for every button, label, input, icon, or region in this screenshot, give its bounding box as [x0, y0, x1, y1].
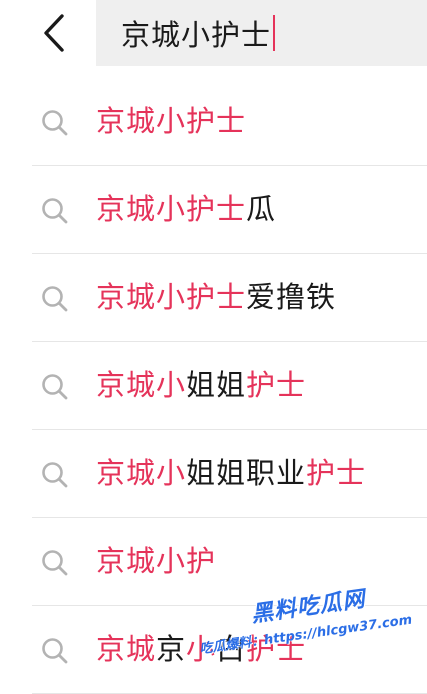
suggestion-item[interactable]: 京城小护士爱撸铁 — [0, 254, 427, 342]
matched-text: 京城小 — [96, 368, 187, 402]
matched-text: 京城小护士 — [96, 192, 247, 226]
matched-text: 护士 — [246, 632, 307, 666]
matched-text: 小 — [186, 632, 217, 666]
search-icon — [40, 460, 70, 490]
search-icon — [40, 372, 70, 402]
suggestion-label: 京城京小白护士 — [96, 627, 306, 671]
search-icon — [40, 636, 70, 666]
search-icon — [40, 108, 70, 138]
matched-text: 京城小护 — [96, 544, 217, 578]
suggestion-label: 京城小护士爱撸铁 — [96, 275, 336, 319]
suggestion-label: 京城小护士 — [96, 99, 246, 143]
suggestion-text: 白 — [216, 632, 247, 666]
matched-text: 护士 — [306, 456, 367, 490]
suggestion-text: 姐姐 — [186, 368, 247, 402]
suggestion-text: 京 — [156, 632, 187, 666]
matched-text: 京城 — [96, 632, 157, 666]
suggestion-list: 京城小护士 京城小护士瓜 京城小护士爱撸铁 京城小姐姐护士 京城小姐姐职业护士 京城小护京… — [0, 78, 427, 694]
search-icon — [40, 548, 70, 578]
suggestion-text: 爱撸铁 — [246, 280, 337, 314]
suggestion-label: 京城小护 — [96, 539, 216, 583]
search-input-value: 京城小护士 — [121, 18, 272, 52]
suggestion-item[interactable]: 京城小姐姐护士 — [0, 342, 427, 430]
search-header: 京城小护士 — [0, 0, 427, 68]
matched-text: 京城小护士 — [96, 104, 247, 138]
matched-text: 护士 — [246, 368, 307, 402]
suggestion-label: 京城小护士瓜 — [96, 187, 276, 231]
search-icon — [40, 284, 70, 314]
back-button[interactable] — [30, 8, 80, 58]
suggestion-text: 瓜 — [246, 192, 277, 226]
chevron-left-icon — [44, 14, 64, 52]
matched-text: 京城小护士 — [96, 280, 247, 314]
search-icon — [40, 196, 70, 226]
text-caret — [273, 15, 276, 51]
matched-text: 京城小 — [96, 456, 187, 490]
suggestion-item[interactable]: 京城小姐姐职业护士 — [0, 430, 427, 518]
suggestion-item[interactable]: 京城小护士 — [0, 78, 427, 166]
suggestion-item[interactable]: 京城京小白护士 — [0, 606, 427, 694]
suggestion-item[interactable]: 京城小护士瓜 — [0, 166, 427, 254]
suggestion-label: 京城小姐姐职业护士 — [96, 451, 366, 495]
suggestion-label: 京城小姐姐护士 — [96, 363, 306, 407]
search-input[interactable]: 京城小护士 — [96, 0, 427, 66]
suggestion-text: 姐姐职业 — [186, 456, 307, 490]
suggestion-item[interactable]: 京城小护 — [0, 518, 427, 606]
